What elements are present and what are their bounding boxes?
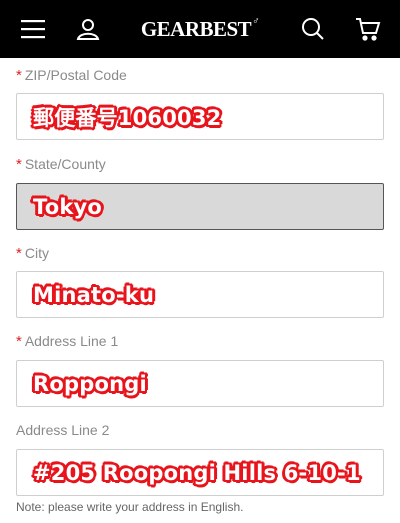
state-label: * State/County <box>16 156 106 173</box>
required-marker: * <box>16 67 22 84</box>
required-marker: * <box>16 333 22 350</box>
address-line-1-label-text: Address Line 1 <box>24 333 119 349</box>
city-value: Minato-ku <box>33 282 155 307</box>
search-icon[interactable] <box>297 0 329 58</box>
zip-label-text: ZIP/Postal Code <box>24 67 127 83</box>
city-label: * City <box>16 245 49 262</box>
required-marker: * <box>16 245 22 262</box>
address-line-1-field[interactable]: Roppongi <box>16 360 384 407</box>
state-label-text: State/County <box>24 156 106 172</box>
cart-icon[interactable] <box>351 0 385 58</box>
address-line-1-value: Roppongi <box>33 371 147 396</box>
address-line-1-label: * Address Line 1 <box>16 333 118 350</box>
address-line-2-label-text: Address Line 2 <box>16 422 110 438</box>
address-line-2-value: #205 Roopongi Hills 6-10-1 <box>33 460 361 485</box>
user-icon[interactable] <box>72 0 104 58</box>
required-marker: * <box>16 156 22 173</box>
zip-label: * ZIP/Postal Code <box>16 67 127 84</box>
top-nav-bar: GEARBEST ♂ <box>0 0 400 58</box>
brand-logo-text: GEARBEST <box>140 16 252 41</box>
address-line-2-field[interactable]: #205 Roopongi Hills 6-10-1 <box>16 449 384 496</box>
menu-icon[interactable] <box>18 0 48 58</box>
zip-field[interactable]: 郵便番号1060032 <box>16 93 384 140</box>
address-note: Note: please write your address in Engli… <box>16 500 244 514</box>
state-field[interactable]: Tokyo <box>16 183 384 230</box>
state-value: Tokyo <box>33 194 103 219</box>
brand-logo-mark: ♂ <box>252 15 260 27</box>
address-line-2-label: Address Line 2 <box>16 422 109 438</box>
city-field[interactable]: Minato-ku <box>16 271 384 318</box>
city-label-text: City <box>24 245 49 261</box>
zip-value: 郵便番号1060032 <box>33 105 222 130</box>
brand-logo[interactable]: GEARBEST ♂ <box>140 0 260 58</box>
